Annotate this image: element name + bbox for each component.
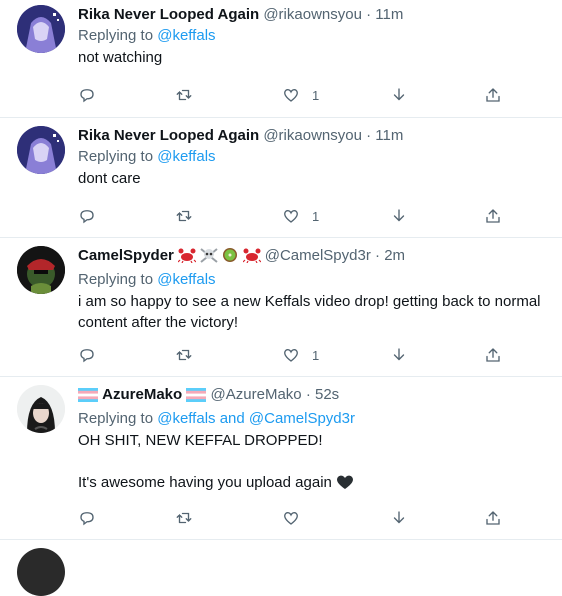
reply-mention-link[interactable]: @keffals and @CamelSpyd3r	[157, 410, 355, 427]
retweet-button[interactable]	[175, 204, 193, 228]
crab-emoji-icon	[242, 247, 261, 269]
replying-to: Replying to @keffals	[78, 26, 552, 46]
reply-icon	[80, 89, 94, 103]
share-down-icon	[393, 348, 405, 361]
retweet-icon	[176, 89, 192, 101]
tweet-2[interactable]: Rika Never Looped Again @rikaownsyou · 1…	[0, 121, 562, 238]
timestamp[interactable]: 11m	[375, 6, 403, 23]
replying-to-label: Replying to	[78, 27, 158, 44]
tweet-text-line-2: It's awesome having you upload again	[78, 472, 552, 496]
reply-mention-link[interactable]: @keffals	[157, 148, 215, 165]
timestamp[interactable]: 2m	[384, 247, 405, 264]
replying-to-label: Replying to	[78, 271, 158, 288]
like-icon	[284, 349, 298, 362]
avatar[interactable]	[17, 246, 65, 294]
separator: ·	[366, 6, 372, 23]
display-name[interactable]: Rika Never Looped Again	[78, 6, 259, 23]
black-heart-icon	[336, 474, 354, 496]
crab-emoji-icon	[177, 247, 197, 269]
kiwi-emoji-icon	[222, 247, 238, 269]
retweet-button[interactable]	[175, 343, 193, 367]
upload-icon	[486, 511, 500, 525]
reply-mention-link[interactable]: @keffals	[157, 271, 215, 288]
reply-button[interactable]	[78, 506, 96, 530]
tweet-text: i am so happy to see a new Keffals video…	[78, 293, 545, 331]
upload-icon	[486, 88, 500, 102]
upload-icon	[486, 348, 500, 362]
trans-flag-emoji-icon	[186, 388, 207, 408]
tweet-4[interactable]: AzureMako @AzureMako · 52s Replying to @…	[0, 380, 562, 540]
action-bar: 1	[78, 83, 518, 107]
display-name[interactable]: AzureMako	[102, 386, 182, 403]
like-button[interactable]: 1	[282, 343, 319, 367]
like-count: 1	[312, 87, 320, 103]
reply-mention-link[interactable]: @keffals	[157, 27, 215, 44]
share-down-icon	[393, 209, 405, 222]
display-name[interactable]: Rika Never Looped Again	[78, 127, 259, 144]
retweet-button[interactable]	[175, 506, 193, 530]
avatar[interactable]	[17, 385, 65, 433]
action-bar: 1	[78, 204, 518, 228]
replying-to: Replying to @keffals	[78, 270, 552, 290]
handle[interactable]: @rikaownsyou	[263, 6, 362, 23]
download-button[interactable]	[390, 343, 408, 367]
separator: ·	[366, 127, 372, 144]
tweet-text: dont care	[78, 170, 141, 187]
retweet-icon	[176, 210, 192, 222]
share-button[interactable]	[484, 506, 502, 530]
tweet-text-line-2-text: It's awesome having you upload again	[78, 474, 332, 491]
handle[interactable]: @CamelSpyd3r	[265, 247, 371, 264]
reply-icon	[80, 210, 94, 224]
replying-to: Replying to @keffals and @CamelSpyd3r	[78, 409, 552, 429]
tweet-text-line-1: OH SHIT, NEW KEFFAL DROPPED!	[78, 432, 323, 449]
replying-to: Replying to @keffals	[78, 147, 552, 167]
tweet-3[interactable]: CamelSpyder @CamelSpyd3r · 2m Replying t…	[0, 241, 562, 377]
tweet-1[interactable]: Rika Never Looped Again @rikaownsyou · 1…	[0, 0, 562, 118]
retweet-icon	[176, 512, 192, 524]
separator: ·	[305, 386, 311, 403]
trans-flag-emoji-icon	[78, 388, 98, 408]
download-button[interactable]	[390, 83, 408, 107]
reply-button[interactable]	[78, 83, 96, 107]
share-down-icon	[393, 511, 405, 524]
timestamp[interactable]: 11m	[375, 127, 403, 144]
tweet-text: not watching	[78, 49, 163, 66]
share-button[interactable]	[484, 343, 502, 367]
avatar[interactable]	[17, 5, 65, 53]
like-icon	[284, 512, 298, 525]
avatar[interactable]	[17, 126, 65, 174]
retweet-button[interactable]	[175, 83, 193, 107]
download-button[interactable]	[390, 506, 408, 530]
download-button[interactable]	[390, 204, 408, 228]
like-count: 1	[312, 347, 320, 363]
handle[interactable]: @AzureMako	[211, 386, 302, 403]
upload-icon	[486, 209, 500, 223]
reply-icon	[80, 349, 94, 363]
timestamp[interactable]: 52s	[315, 386, 339, 403]
next-tweet-avatar-partial	[17, 548, 65, 596]
like-icon	[284, 210, 298, 223]
like-button[interactable]: 1	[282, 204, 319, 228]
separator: ·	[375, 247, 381, 264]
share-down-icon	[393, 88, 405, 101]
like-button[interactable]	[282, 506, 300, 530]
like-icon	[284, 89, 298, 102]
skull-crossbones-emoji-icon	[200, 247, 218, 269]
action-bar	[78, 506, 518, 530]
share-button[interactable]	[484, 83, 502, 107]
share-button[interactable]	[484, 204, 502, 228]
like-button[interactable]: 1	[282, 83, 319, 107]
replying-to-label: Replying to	[78, 148, 158, 165]
handle[interactable]: @rikaownsyou	[263, 127, 362, 144]
reply-button[interactable]	[78, 343, 96, 367]
action-bar: 1	[78, 343, 518, 367]
reply-button[interactable]	[78, 204, 96, 228]
replying-to-label: Replying to	[78, 410, 158, 427]
like-count: 1	[312, 208, 320, 224]
reply-icon	[80, 512, 94, 526]
display-name[interactable]: CamelSpyder	[78, 247, 174, 264]
retweet-icon	[176, 349, 192, 361]
